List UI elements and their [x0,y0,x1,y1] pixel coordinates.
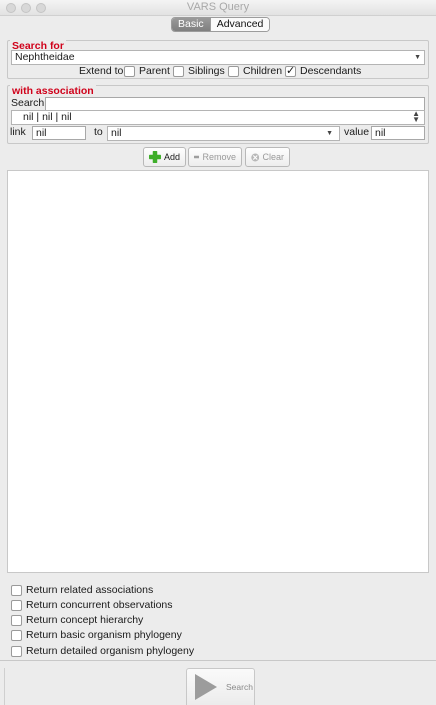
return-hierarchy-checkbox[interactable] [11,615,22,626]
tab-bar: Basic Advanced [171,17,271,32]
return-concurrent-label: Return concurrent observations [26,599,173,611]
association-selected-value: nil | nil | nil [23,111,72,123]
link-input[interactable]: nil [32,126,86,140]
play-icon [195,674,217,700]
search-label: Search [226,682,253,692]
value-label: value [344,126,370,138]
value-input[interactable]: nil [371,126,425,140]
results-area[interactable] [7,170,429,573]
return-associations-label: Return related associations [26,584,154,596]
tab-advanced[interactable]: Advanced [209,18,270,31]
to-value: nil [111,127,122,139]
return-hierarchy-option[interactable]: Return concept hierarchy [7,614,307,627]
children-label: Children [243,65,283,77]
return-concurrent-checkbox[interactable] [11,600,22,611]
association-search-label: Search: [11,97,48,109]
concept-value: Nephtheidae [15,51,75,63]
extend-to-label: Extend to [79,65,124,77]
stepper-arrows-icon: ▲ ▼ [412,109,420,124]
add-plus-icon [149,151,161,163]
children-checkbox[interactable] [228,66,239,77]
left-grip [4,668,5,705]
bottom-divider [0,660,436,661]
remove-minus-icon [194,155,200,159]
association-title: with association [10,85,96,97]
descendants-label: Descendants [300,65,362,77]
to-label: to [94,126,103,138]
tab-basic[interactable]: Basic [172,18,210,31]
title-bar: VARS Query [0,0,436,16]
parent-label: Parent [139,65,170,77]
association-search-input[interactable] [45,97,425,111]
association-list-select[interactable]: nil | nil | nil ▲ ▼ [11,110,425,125]
return-associations-option[interactable]: Return related associations [7,584,307,597]
dropdown-arrow-icon: ▼ [326,130,333,137]
return-detailed-phylogeny-option[interactable]: Return detailed organism phylogeny [7,645,307,658]
remove-button[interactable]: Remove [188,147,242,167]
siblings-checkbox[interactable] [173,66,184,77]
remove-label: Remove [202,152,236,162]
to-combobox[interactable]: nil ▼ [107,126,340,141]
search-button[interactable]: Search [186,668,255,705]
dropdown-arrow-icon: ▼ [414,54,421,61]
descendants-checkbox[interactable]: ✓ [285,66,296,77]
association-group: with association Search: nil | nil | nil… [7,85,429,144]
search-for-group: Search for Nephtheidae ▼ Extend to Paren… [7,40,429,79]
link-label: link [10,126,26,138]
return-basic-phylogeny-checkbox[interactable] [11,630,22,641]
parent-checkbox[interactable] [124,66,135,77]
add-button[interactable]: Add [143,147,186,167]
window-title: VARS Query [186,1,250,13]
return-basic-phylogeny-label: Return basic organism phylogeny [26,629,182,641]
return-associations-checkbox[interactable] [11,585,22,596]
return-concurrent-option[interactable]: Return concurrent observations [7,599,307,612]
clear-button[interactable]: Clear [245,147,290,167]
add-label: Add [163,152,180,162]
clear-label: Clear [262,152,284,162]
return-basic-phylogeny-option[interactable]: Return basic organism phylogeny [7,629,307,642]
siblings-label: Siblings [188,65,225,77]
return-detailed-phylogeny-checkbox[interactable] [11,646,22,657]
clear-icon [251,153,260,161]
return-detailed-phylogeny-label: Return detailed organism phylogeny [26,645,195,657]
concept-combobox[interactable]: Nephtheidae ▼ [11,50,425,65]
return-hierarchy-label: Return concept hierarchy [26,614,144,626]
